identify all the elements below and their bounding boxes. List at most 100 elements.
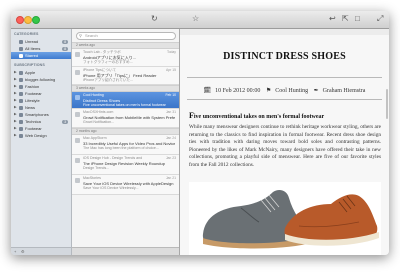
search-input[interactable]: ⚲ Search: [76, 32, 176, 40]
sidebar-item-label: blogger-following: [25, 77, 56, 82]
shoe-photo: [189, 182, 381, 255]
sidebar-item-label: News: [25, 105, 36, 110]
feed-icon: [75, 70, 80, 75]
entry-source: Mac AppStorm: [83, 136, 107, 140]
feed-icon: [75, 95, 80, 100]
share-icon[interactable]: ⇱: [342, 14, 349, 24]
sidebar-item-starred[interactable]: Starred: [11, 52, 71, 59]
entry-summary: Growl Notification...: [83, 120, 115, 124]
disclosure-triangle-icon[interactable]: ▶: [14, 69, 17, 76]
sidebar-item-folder[interactable]: ▶ Footwear: [11, 125, 71, 132]
search-icon: ⚲: [79, 33, 82, 38]
sidebar-item-label: Web Design: [25, 133, 47, 138]
sidebar-item-label: Technica: [25, 119, 41, 124]
list-item-selected[interactable]: Cool Hunting Feb 10 Distinct Dress Shoes…: [72, 92, 179, 109]
feed-icon: [75, 52, 80, 57]
disclosure-triangle-icon[interactable]: ▶: [14, 104, 17, 111]
entry-summary: Five unconventional takes on men's forma…: [83, 103, 166, 107]
sidebar-item-label: Footwear: [25, 126, 42, 131]
folder-icon: [19, 70, 23, 75]
entry-date: Jan 23: [165, 156, 176, 160]
gear-icon[interactable]: ⚙: [21, 249, 25, 254]
sidebar-item-label: Starred: [25, 53, 39, 58]
sidebar-item-folder[interactable]: ▶ Footwear: [11, 90, 71, 97]
archive-icon[interactable]: □: [355, 14, 360, 24]
sidebar-item-label: Smartphones: [25, 112, 49, 117]
entry-summary: iPhoneアプリ紹介されていた...: [83, 78, 134, 82]
sidebar-item-folder[interactable]: ▶ blogger-following: [11, 76, 71, 83]
disclosure-triangle-icon[interactable]: ▶: [14, 90, 17, 97]
entry-date: Apr 15: [166, 68, 176, 72]
lede-text: ive unconventional takes on men's formal…: [193, 114, 325, 120]
sidebar-item-folder[interactable]: ▶ News: [11, 104, 71, 111]
disclosure-triangle-icon[interactable]: ▶: [14, 111, 17, 118]
folder-icon: [19, 119, 23, 124]
article-title: DISTINCT DRESS SHOES: [223, 51, 346, 62]
feed-icon: [75, 158, 80, 163]
minimize-button[interactable]: [24, 16, 32, 24]
sidebar-section-header: CATEGORIES: [14, 32, 39, 36]
title-bar: ↻ ☆ ↩ ⇱ □ ⤢: [11, 11, 389, 29]
sidebar-item-folder[interactable]: ▶ Smartphones: [11, 111, 71, 118]
sidebar-item-folder[interactable]: ▶ Apple: [11, 69, 71, 76]
entry-date: Jan 21: [165, 176, 176, 180]
zoom-button[interactable]: [32, 16, 40, 24]
article-body: While many menswear designers continue t…: [189, 124, 381, 168]
list-item[interactable]: MacStories Jan 21 Save Your iOS Device W…: [72, 175, 179, 195]
feed-icon: [75, 112, 80, 117]
starred-icon: [19, 53, 23, 58]
entry-date: Today: [166, 50, 176, 54]
folder-icon: [19, 84, 23, 89]
disclosure-triangle-icon[interactable]: ▶: [14, 97, 17, 104]
list-item[interactable]: MacOSXHints.com Jan 31 Growl Notificatio…: [72, 109, 179, 128]
entry-source: Cool Hunting: [83, 93, 104, 97]
sidebar-item-folder[interactable]: ▶ Fashion: [11, 83, 71, 90]
divider: [187, 77, 382, 78]
article-date: 10 Feb 2012 00:00: [215, 88, 261, 94]
flag-icon: ⚑: [265, 88, 272, 94]
article-header-shade: [180, 29, 389, 35]
subscription-count-badge: 3: [62, 119, 68, 124]
disclosure-triangle-icon[interactable]: ▶: [14, 83, 17, 90]
sidebar-item-folder[interactable]: ▶ Lifestyle: [11, 97, 71, 104]
folder-icon: [19, 126, 23, 131]
disclosure-triangle-icon[interactable]: ▶: [14, 132, 17, 139]
unread-icon: [19, 39, 23, 44]
folder-icon: [19, 98, 23, 103]
pen-icon: ✒: [313, 88, 319, 94]
sidebar-item-all-items[interactable]: All Items 8: [11, 45, 71, 52]
sidebar-section-header: SUBSCRIPTIONS: [14, 63, 45, 67]
article-scrollbar[interactable]: [386, 89, 388, 119]
feed-icon: [75, 138, 80, 143]
disclosure-triangle-icon[interactable]: ▶: [14, 76, 17, 83]
close-button[interactable]: [16, 16, 24, 24]
list-item[interactable]: iPhone Tipsについて Apr 15 iPhone 用アプリ「Tipsに…: [72, 67, 179, 85]
folder-icon: [19, 133, 23, 138]
entry-summary: Design Trends...: [83, 166, 110, 170]
article-pane: DISTINCT DRESS SHOES 🗓 10 Feb 2012 00:00 …: [180, 29, 389, 255]
sidebar-item-unread[interactable]: Unread 8: [11, 38, 71, 45]
sidebar-item-folder[interactable]: ▶ Web Design: [11, 132, 71, 139]
sidebar-item-label: Lifestyle: [25, 98, 40, 103]
feed-icon: [75, 178, 80, 183]
refresh-icon[interactable]: ↻: [151, 14, 158, 24]
star-icon[interactable]: ☆: [192, 14, 199, 24]
article-source-link[interactable]: Cool Hunting: [275, 88, 308, 94]
add-icon[interactable]: +: [14, 249, 16, 254]
all-items-count-badge: 8: [62, 46, 68, 51]
resize-icon[interactable]: ⤢: [377, 14, 383, 24]
list-item[interactable]: Mac AppStorm Jan 24 33 Incredibly Useful…: [72, 135, 179, 155]
all-items-icon: [19, 46, 23, 51]
disclosure-triangle-icon[interactable]: ▶: [14, 125, 17, 132]
list-item[interactable]: Touch Lab - タッチラボ Today Androidアプリにお気に入り…: [72, 49, 179, 67]
entry-source: iOS Design Hub - Design Trends and: [83, 156, 143, 160]
date-group-label: 2 months ago: [76, 129, 97, 133]
app-window: ↻ ☆ ↩ ⇱ □ ⤢ CATEGORIES Unread 8 All Item…: [11, 11, 389, 255]
back-icon[interactable]: ↩: [329, 14, 336, 24]
article-author: Graham Hiemstra: [322, 88, 366, 94]
disclosure-triangle-icon[interactable]: ▶: [14, 118, 17, 125]
list-item[interactable]: iOS Design Hub - Design Trends and Jan 2…: [72, 155, 179, 175]
date-group-label: 3 weeks ago: [76, 86, 96, 90]
sidebar-item-label: Fashion: [25, 84, 40, 89]
sidebar-item-folder[interactable]: ▶ Technica 3: [11, 118, 71, 125]
